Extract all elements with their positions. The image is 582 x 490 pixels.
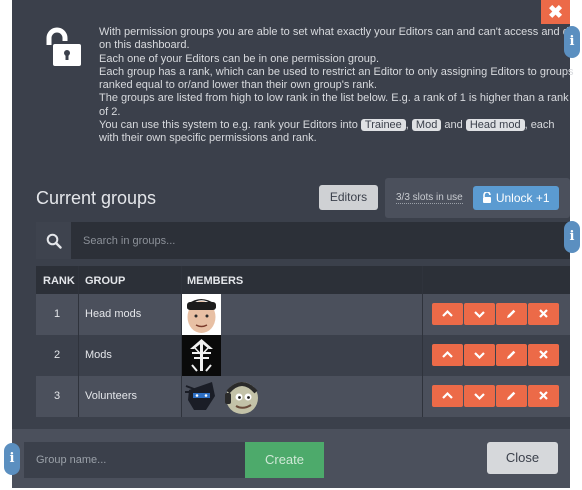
move-up-button[interactable] bbox=[432, 385, 463, 407]
column-divider bbox=[422, 376, 423, 417]
column-divider bbox=[181, 266, 182, 294]
delete-icon bbox=[539, 350, 548, 359]
table-row: 1 Head mods bbox=[36, 294, 570, 335]
chip-mod: Mod bbox=[411, 119, 442, 132]
column-divider bbox=[422, 266, 423, 294]
intro-text: With permission groups you are able to s… bbox=[99, 26, 577, 146]
intro-line: The groups are listed from high to low r… bbox=[99, 92, 569, 118]
column-divider bbox=[78, 266, 79, 294]
delete-button[interactable] bbox=[528, 303, 559, 325]
chip-head-mod: Head mod bbox=[465, 119, 525, 132]
padlock-icon bbox=[483, 191, 492, 203]
chevron-up-icon bbox=[442, 350, 453, 358]
avatar[interactable] bbox=[182, 294, 221, 335]
column-divider bbox=[78, 376, 79, 417]
rank-cell: 3 bbox=[53, 390, 61, 402]
avatar[interactable] bbox=[182, 376, 221, 417]
pencil-icon bbox=[507, 391, 516, 400]
group-name-input[interactable] bbox=[24, 442, 245, 478]
avatar[interactable] bbox=[182, 335, 221, 376]
modal-footer: Create Close bbox=[12, 429, 570, 488]
edit-button[interactable] bbox=[496, 303, 527, 325]
permission-groups-modal: ✖ With permission groups you are able to… bbox=[12, 0, 575, 488]
rank-cell: 2 bbox=[53, 349, 61, 361]
column-divider bbox=[422, 335, 423, 376]
groups-table: RANK GROUP MEMBERS 1 Head mods 2 Mods 3 … bbox=[36, 266, 570, 417]
editors-button[interactable]: Editors bbox=[319, 185, 378, 210]
column-divider bbox=[422, 294, 423, 335]
chevron-down-icon bbox=[474, 393, 485, 401]
search-button[interactable] bbox=[36, 222, 71, 259]
delete-icon bbox=[539, 309, 548, 318]
table-header: RANK GROUP MEMBERS bbox=[36, 266, 570, 294]
info-icon[interactable]: i bbox=[564, 221, 580, 253]
column-group: GROUP bbox=[85, 275, 126, 287]
group-cell: Volunteers bbox=[85, 390, 137, 402]
move-up-button[interactable] bbox=[432, 344, 463, 366]
row-actions bbox=[432, 303, 560, 325]
delete-icon bbox=[539, 391, 548, 400]
close-button[interactable]: Close bbox=[487, 442, 558, 474]
move-up-button[interactable] bbox=[432, 303, 463, 325]
slots-usage: 3/3 slots in use bbox=[396, 192, 463, 204]
table-row: 3 Volunteers bbox=[36, 376, 570, 417]
pencil-icon bbox=[507, 309, 516, 318]
example-prefix: You can use this system to e.g. rank you… bbox=[99, 119, 358, 132]
row-actions bbox=[432, 344, 560, 366]
unlocked-padlock-icon bbox=[46, 27, 81, 66]
pencil-icon bbox=[507, 350, 516, 359]
move-down-button[interactable] bbox=[464, 303, 495, 325]
rank-cell: 1 bbox=[53, 308, 61, 320]
search-input[interactable] bbox=[71, 222, 570, 259]
column-divider bbox=[78, 294, 79, 335]
delete-button[interactable] bbox=[528, 344, 559, 366]
unlock-slot-button[interactable]: Unlock +1 bbox=[473, 186, 559, 210]
row-actions bbox=[432, 385, 560, 407]
table-row: 2 Mods bbox=[36, 335, 570, 376]
delete-button[interactable] bbox=[528, 385, 559, 407]
intro-line: Each group has a rank, which can be used… bbox=[99, 65, 574, 92]
create-button[interactable]: Create bbox=[245, 442, 324, 478]
example-comma: , bbox=[405, 119, 409, 132]
column-divider bbox=[78, 335, 79, 376]
intro-line: Each one of your Editors can be in one p… bbox=[99, 52, 380, 65]
chevron-up-icon bbox=[442, 391, 453, 399]
avatar[interactable] bbox=[222, 376, 261, 417]
info-icon[interactable]: i bbox=[4, 443, 20, 475]
unlock-label: Unlock +1 bbox=[495, 191, 550, 205]
search-bar bbox=[36, 222, 570, 259]
slots-panel: 3/3 slots in use Unlock +1 bbox=[385, 178, 570, 218]
move-down-button[interactable] bbox=[464, 344, 495, 366]
column-rank: RANK bbox=[43, 275, 75, 287]
close-icon[interactable]: ✖ bbox=[541, 0, 570, 24]
search-icon bbox=[46, 233, 62, 249]
group-cell: Mods bbox=[85, 349, 112, 361]
move-down-button[interactable] bbox=[464, 385, 495, 407]
intro-line: With permission groups you are able to s… bbox=[99, 26, 575, 52]
edit-button[interactable] bbox=[496, 344, 527, 366]
chevron-up-icon bbox=[442, 309, 453, 317]
chip-trainee: Trainee bbox=[360, 119, 406, 132]
chevron-down-icon bbox=[474, 311, 485, 319]
example-and: and bbox=[444, 119, 463, 132]
info-icon[interactable]: i bbox=[564, 26, 580, 58]
intro-example: You can use this system to e.g. rank you… bbox=[99, 119, 577, 146]
section-title: Current groups bbox=[36, 188, 157, 208]
column-members: MEMBERS bbox=[187, 275, 244, 287]
chevron-down-icon bbox=[474, 352, 485, 360]
group-cell: Head mods bbox=[85, 308, 142, 320]
edit-button[interactable] bbox=[496, 385, 527, 407]
